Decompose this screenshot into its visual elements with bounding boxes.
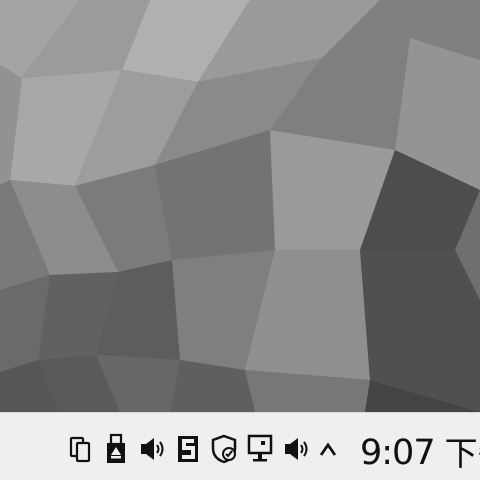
clock-ampm: 下午 bbox=[444, 433, 480, 473]
shield-check-icon[interactable] bbox=[206, 429, 242, 469]
desktop-screen: 9:07 下午 bbox=[0, 0, 480, 480]
network-display-icon[interactable] bbox=[242, 429, 278, 469]
taskbar: 9:07 下午 bbox=[0, 412, 480, 480]
speaker-volume-icon[interactable] bbox=[134, 429, 170, 469]
clock-time: 9:07 bbox=[360, 432, 436, 473]
taskbar-clock[interactable]: 9:07 下午 bbox=[360, 433, 480, 473]
copy-devices-icon[interactable] bbox=[62, 429, 98, 469]
usb-drive-icon[interactable] bbox=[98, 429, 134, 469]
s-app-icon[interactable] bbox=[170, 429, 206, 469]
system-tray bbox=[62, 429, 342, 469]
chevron-up-icon[interactable] bbox=[314, 429, 342, 469]
speaker-volume-icon[interactable] bbox=[278, 429, 314, 469]
gray-low-poly-wallpaper bbox=[0, 0, 480, 412]
